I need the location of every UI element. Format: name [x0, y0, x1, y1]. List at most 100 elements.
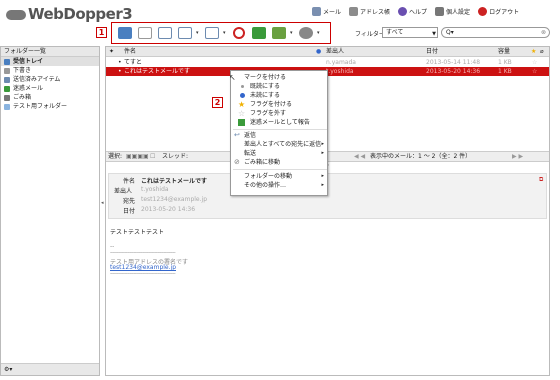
row-subject: てすと — [124, 59, 143, 66]
sidebar-item-trash[interactable]: ごみ箱 — [1, 93, 99, 102]
compose-icon — [138, 27, 152, 39]
menu-item-label: フラグを外す — [250, 110, 287, 117]
nav-mail-label: メール — [323, 8, 342, 16]
junk-icon — [4, 85, 10, 92]
preview-subject: これはテストメールです — [141, 178, 208, 185]
row-bullet: • — [118, 59, 122, 66]
signature-email-link[interactable]: test1234@example.jp — [110, 264, 176, 271]
body-text: テストテストテスト — [110, 229, 165, 236]
forward-dropdown[interactable]: ▾ — [223, 30, 228, 36]
preview-date: 2013-05-20 14:36 — [141, 206, 196, 213]
menu-item-label: フラグを付ける — [250, 101, 293, 108]
folder-sidebar: フォルダー一覧 受信トレイ 下書き 送信済みアイテム 迷惑メール ごみ箱 テスト… — [0, 46, 100, 376]
sidebar-item-sent[interactable]: 送信済みアイテム — [1, 75, 99, 84]
flag-column-icon: ✦ — [109, 48, 115, 55]
signature-rule: ----------------------------------------… — [110, 271, 176, 277]
compose-button[interactable] — [136, 25, 154, 41]
junk-report-icon — [238, 119, 245, 126]
preview-from[interactable]: t.yoshida — [141, 186, 169, 193]
app-logo-text: WebDopper3 — [28, 5, 133, 23]
row-from: t.yoshida — [326, 68, 354, 75]
search-input[interactable]: Q▾ ⊗ — [441, 27, 550, 38]
sidebar-item-label: 迷惑メール — [13, 85, 44, 92]
row-star-icon[interactable]: ☆ — [532, 58, 537, 67]
sidebar-item-junk[interactable]: 迷惑メール — [1, 84, 99, 93]
context-menu: マークを付ける 既読にする 未読にする ★ フラグを付ける ☆ フラグを外す 迷惑メ… — [230, 70, 328, 196]
mark-dropdown[interactable]: ▾ — [290, 30, 295, 36]
menu-item-unflag[interactable]: ☆ フラグを外す — [231, 109, 327, 118]
menu-item-other-actions[interactable]: その他の操作… ▸ — [231, 181, 327, 190]
reply-all-dropdown[interactable]: ▾ — [196, 30, 201, 36]
menu-item-mark-unread[interactable]: 未読にする — [231, 91, 327, 100]
menu-item-move-to-trash[interactable]: ⊘ ごみ箱に移動 — [231, 158, 327, 167]
subject-label: 件名 — [123, 178, 136, 185]
logout-icon — [478, 6, 488, 16]
app-logo: WebDopper3 — [6, 5, 133, 23]
mouse-cursor-icon: ↖ — [229, 73, 236, 82]
top-navigation: メール アドレス帳 ヘルプ 個人設定 ログアウト — [312, 5, 519, 17]
sidebar-item-label: テスト用フォルダー — [13, 103, 68, 110]
reply-button[interactable] — [156, 25, 174, 41]
sidebar-item-test-folder[interactable]: テスト用フォルダー — [1, 102, 99, 111]
menu-item-reply-all[interactable]: 差出人とすべての宛先に返信 ▸ — [231, 140, 327, 149]
column-date[interactable]: 日付 — [426, 47, 438, 57]
nav-mail[interactable]: メール — [312, 6, 342, 16]
mark-button[interactable] — [270, 25, 288, 41]
menu-item-forward[interactable]: 転送 ▸ — [231, 149, 327, 158]
row-date: 2013-05-14 11:48 — [426, 59, 481, 66]
menu-item-label: その他の操作… — [244, 182, 287, 189]
delete-button[interactable] — [230, 25, 248, 41]
personal-settings-icon — [435, 6, 445, 16]
sidebar-item-inbox[interactable]: 受信トレイ — [1, 57, 99, 66]
row-size: 1 KB — [498, 68, 512, 75]
menu-item-report-junk[interactable]: 迷惑メールとして報告 — [231, 118, 327, 127]
select-all-buttons[interactable]: ▣▣▣▣ — [126, 152, 149, 162]
page-nav-next-buttons[interactable]: ▶ ▶ — [512, 152, 523, 162]
reply-all-icon — [178, 27, 192, 39]
menu-item-move-folder[interactable]: フォルダーの移動 ▸ — [231, 172, 327, 181]
menu-item-label: 未読にする — [250, 92, 281, 99]
toolbar: ▾ ▾ ▾ ▾ — [111, 22, 331, 44]
star-icon: ★ — [238, 100, 246, 109]
more-dropdown[interactable]: ▾ — [317, 30, 322, 36]
preview-to[interactable]: test1234@example.jp — [141, 196, 207, 203]
reply-all-button[interactable] — [176, 25, 194, 41]
more-button[interactable] — [297, 25, 315, 41]
filter-select[interactable]: すべて ▼ — [382, 27, 438, 38]
check-mail-icon — [118, 27, 132, 39]
row-star-icon[interactable]: ☆ — [532, 67, 537, 76]
menu-item-reply[interactable]: ↩ 返信 — [231, 131, 327, 140]
menu-item-mark-read[interactable]: 既読にする — [231, 82, 327, 91]
column-from[interactable]: 差出人 — [326, 47, 344, 57]
popout-icon[interactable]: ⧉ — [539, 176, 543, 184]
nav-personal-settings[interactable]: 個人設定 — [435, 6, 470, 16]
menu-item-mark[interactable]: マークを付ける — [231, 73, 327, 82]
nav-help[interactable]: ヘルプ — [398, 6, 427, 16]
nav-address-book[interactable]: アドレス帳 — [349, 6, 391, 16]
date-label: 日付 — [123, 208, 136, 215]
select-label: 選択: — [108, 153, 123, 160]
star-outline-icon: ☆ — [238, 109, 246, 118]
select-none-button[interactable]: ☐ — [150, 152, 155, 162]
sidebar-item-label: 下書き — [13, 67, 32, 74]
column-size[interactable]: 容量 — [498, 47, 510, 57]
folder-icon — [4, 103, 10, 110]
menu-item-flag[interactable]: ★ フラグを付ける — [231, 100, 327, 109]
page-nav-buttons[interactable]: ◀ ◀ — [354, 152, 365, 162]
nav-address-book-label: アドレス帳 — [360, 8, 391, 16]
print-icon — [252, 27, 266, 39]
sidebar-settings-button[interactable]: ⚙▾ — [1, 363, 99, 375]
print-button[interactable] — [250, 25, 268, 41]
clear-search-icon[interactable]: ⊗ — [541, 28, 546, 37]
thread-label: スレッド: — [162, 153, 189, 160]
forward-button[interactable] — [203, 25, 221, 41]
check-mail-button[interactable] — [116, 25, 134, 41]
sidebar-item-drafts[interactable]: 下書き — [1, 66, 99, 75]
callout-2: 2 — [212, 97, 223, 108]
nav-logout[interactable]: ログアウト — [478, 6, 519, 16]
menu-divider — [233, 169, 327, 170]
column-subject[interactable]: 件名 — [124, 47, 136, 57]
row-size: 1 KB — [498, 59, 512, 66]
table-row[interactable]: • てすと n.yamada 2013-05-14 11:48 1 KB ☆ — [106, 58, 549, 67]
submenu-arrow-icon: ▸ — [321, 173, 324, 179]
